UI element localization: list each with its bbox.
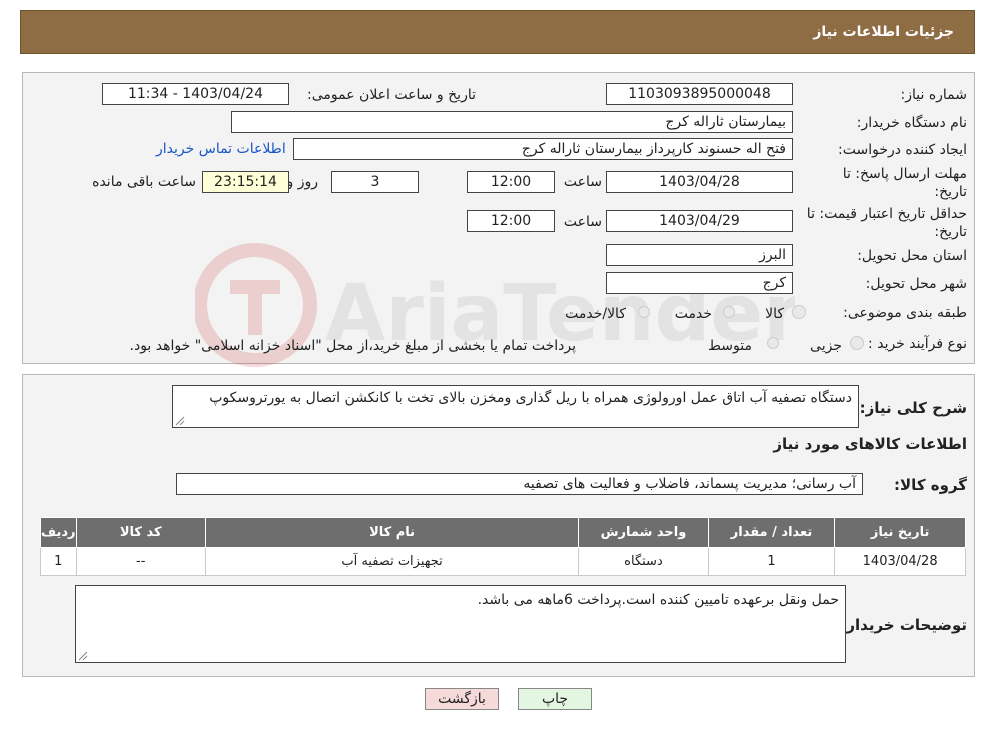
buyer-notes-label: توضیحات خریدار: bbox=[840, 616, 967, 634]
days-field: 3 bbox=[331, 171, 419, 193]
col-row: ردیف bbox=[40, 517, 77, 548]
resize-grip-icon[interactable] bbox=[78, 651, 88, 661]
cell-code: -- bbox=[75, 547, 206, 576]
remaining-label: ساعت باقی مانده bbox=[92, 174, 196, 190]
province-label: استان محل تحویل: bbox=[857, 248, 967, 264]
buyer-org-label: نام دستگاه خریدار: bbox=[856, 115, 967, 131]
resize-grip-icon[interactable] bbox=[175, 416, 185, 426]
col-qty: تعداد / مقدار bbox=[707, 517, 836, 548]
table-row: 1 -- تجهیزات تصفیه آب دستگاه 1 1403/04/2… bbox=[40, 547, 966, 576]
col-unit: واحد شمارش bbox=[578, 517, 709, 548]
general-desc-field: دستگاه تصفیه آب اتاق عمل اورولوژی همراه … bbox=[172, 385, 859, 428]
process-option-medium: متوسط bbox=[708, 338, 752, 354]
category-radio-both[interactable] bbox=[638, 306, 650, 318]
need-number-field: 1103093895000048 bbox=[606, 83, 793, 105]
buyer-notes-field: حمل ونقل برعهده تامیین کننده است.پرداخت … bbox=[75, 585, 846, 663]
category-radio-goods[interactable] bbox=[792, 305, 806, 319]
announce-label: تاریخ و ساعت اعلان عمومی: bbox=[307, 87, 476, 103]
validity-time-field: 12:00 bbox=[467, 210, 555, 232]
page-title: جزئیات اطلاعات نیاز bbox=[813, 24, 954, 40]
category-label: طبقه بندی موضوعی: bbox=[843, 305, 967, 321]
deadline-label-2: تاریخ: bbox=[934, 184, 967, 200]
cell-unit: دستگاه bbox=[578, 547, 709, 576]
cell-name: تجهیزات تصفیه آب bbox=[204, 547, 580, 576]
buyer-contact-link[interactable]: اطلاعات تماس خریدار bbox=[156, 141, 286, 157]
deadline-time-label: ساعت bbox=[563, 174, 602, 190]
col-name: نام کالا bbox=[204, 517, 580, 548]
category-radio-service[interactable] bbox=[723, 306, 735, 318]
process-radio-minor[interactable] bbox=[850, 336, 864, 350]
need-number-label: شماره نیاز: bbox=[900, 87, 968, 103]
days-label: روز و bbox=[286, 174, 319, 190]
deadline-time-field: 12:00 bbox=[467, 171, 555, 193]
process-radio-medium[interactable] bbox=[767, 337, 779, 349]
general-desc-label: شرح کلی نیاز: bbox=[859, 399, 967, 417]
process-label: نوع فرآیند خرید : bbox=[868, 336, 967, 352]
remaining-time-field: 23:15:14 bbox=[202, 171, 289, 193]
category-option-goods: کالا bbox=[765, 306, 784, 322]
print-button[interactable]: چاپ bbox=[518, 688, 592, 710]
validity-label-2: تاریخ: bbox=[934, 224, 967, 240]
announce-field: 1403/04/24 - 11:34 bbox=[102, 83, 289, 105]
table-header-row: ردیف کد کالا نام کالا واحد شمارش تعداد /… bbox=[40, 517, 966, 548]
back-button[interactable]: بازگشت bbox=[425, 688, 499, 710]
goods-table: ردیف کد کالا نام کالا واحد شمارش تعداد /… bbox=[40, 517, 966, 576]
col-code: کد کالا bbox=[75, 517, 206, 548]
city-label: شهر محل تحویل: bbox=[865, 276, 967, 292]
goods-group-label: گروه کالا: bbox=[894, 476, 967, 494]
process-option-minor: جزیی bbox=[810, 338, 842, 354]
validity-date-field: 1403/04/29 bbox=[606, 210, 793, 232]
deadline-label: مهلت ارسال پاسخ: تا bbox=[842, 166, 967, 182]
page-header: جزئیات اطلاعات نیاز bbox=[20, 10, 975, 54]
cell-row: 1 bbox=[40, 547, 77, 576]
category-option-both: کالا/خدمت bbox=[565, 306, 626, 322]
buyer-org-field: بیمارستان ثاراله کرج bbox=[231, 111, 793, 133]
process-note: پرداخت تمام یا بخشی از مبلغ خرید،از محل … bbox=[129, 338, 576, 354]
deadline-date-field: 1403/04/28 bbox=[606, 171, 793, 193]
creator-field: فتح اله حسنوند کارپرداز بیمارستان ثاراله… bbox=[293, 138, 793, 160]
validity-time-label: ساعت bbox=[563, 214, 602, 230]
city-field: کرج bbox=[606, 272, 793, 294]
cell-date: 1403/04/28 bbox=[834, 547, 966, 576]
category-option-service: خدمت bbox=[674, 306, 712, 322]
creator-label: ایجاد کننده درخواست: bbox=[838, 142, 967, 158]
validity-label: حداقل تاریخ اعتبار قیمت: تا bbox=[806, 206, 967, 222]
col-date: تاریخ نیاز bbox=[834, 517, 966, 548]
goods-group-field: آب رسانی؛ مدیریت پسماند، فاضلاب و فعالیت… bbox=[176, 473, 863, 495]
province-field: البرز bbox=[606, 244, 793, 266]
cell-qty: 1 bbox=[707, 547, 836, 576]
goods-info-title: اطلاعات کالاهای مورد نیاز bbox=[773, 435, 967, 453]
